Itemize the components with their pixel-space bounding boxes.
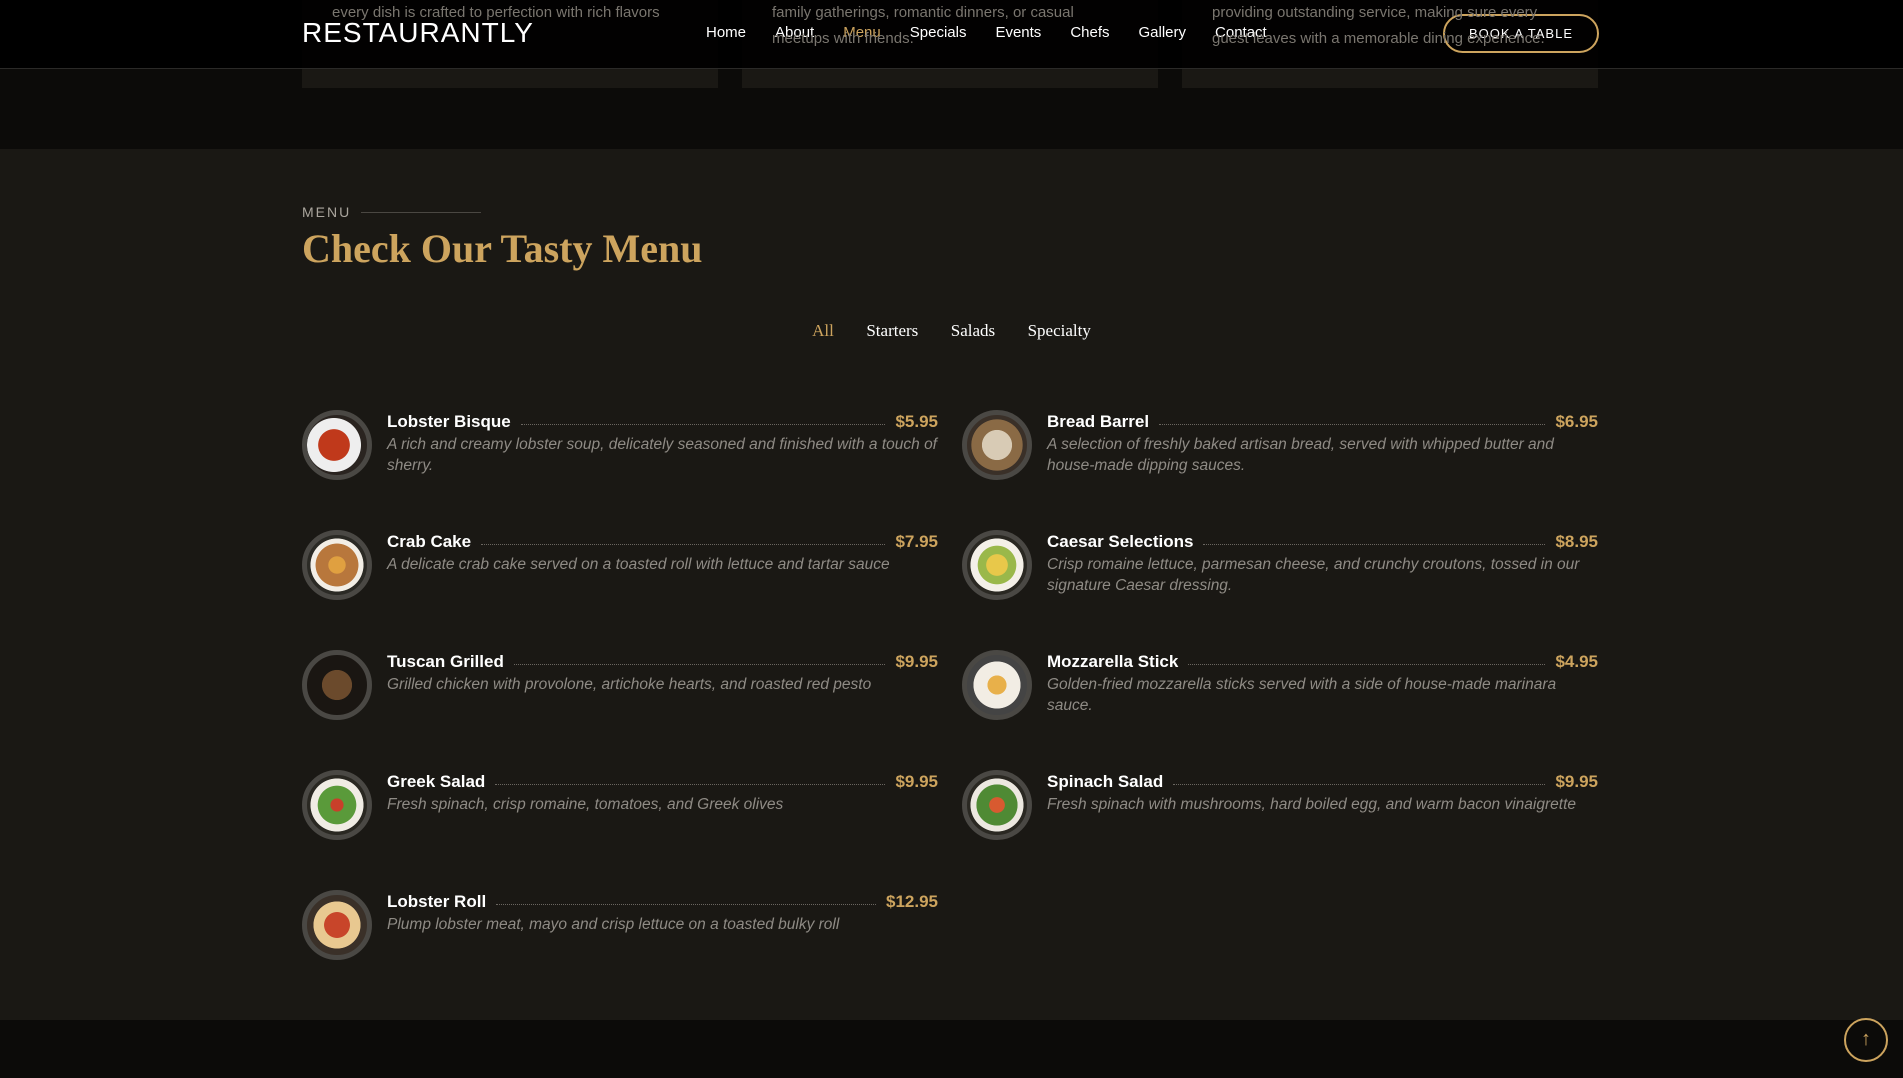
dish-image <box>302 530 372 600</box>
menu-item: Lobster Roll $12.95 Plump lobster meat, m… <box>302 890 938 970</box>
item-description: Crisp romaine lettuce, parmesan cheese, … <box>1047 556 1580 594</box>
item-price: $9.95 <box>1555 772 1598 791</box>
item-header: Caesar Selections $8.95 <box>1047 532 1598 552</box>
item-description: Grilled chicken with provolone, artichok… <box>387 676 872 693</box>
dotted-leader <box>1203 543 1546 545</box>
nav-specials[interactable]: Specials <box>910 24 967 41</box>
item-name: Spinach Salad <box>1047 772 1164 791</box>
item-description: Golden-fried mozzarella sticks served wi… <box>1047 676 1557 714</box>
item-name: Mozzarella Stick <box>1047 652 1179 671</box>
item-name: Lobster Bisque <box>387 412 511 431</box>
dotted-leader <box>495 783 886 785</box>
item-header: Spinach Salad $9.95 <box>1047 772 1598 792</box>
dotted-leader <box>481 543 886 545</box>
menu-item: Caesar Selections $8.95 Crisp romaine let… <box>962 530 1598 610</box>
item-price: $12.95 <box>886 892 938 911</box>
arrow-up-icon: ↑ <box>1861 1028 1871 1050</box>
dotted-leader <box>513 663 886 665</box>
item-header: Greek Salad $9.95 <box>387 772 938 792</box>
item-price: $7.95 <box>895 532 938 551</box>
nav-gallery[interactable]: Gallery <box>1139 24 1187 41</box>
section-label-text: MENU <box>302 204 352 220</box>
item-price: $4.95 <box>1555 652 1598 671</box>
menu-section: MENU Check Our Tasty Menu All Starters S… <box>0 149 1903 1020</box>
item-name: Lobster Roll <box>387 892 487 911</box>
item-header: Lobster Bisque $5.95 <box>387 412 938 432</box>
main-nav: Home About Menu Specials Events Chefs Ga… <box>706 24 1296 41</box>
section-title: Check Our Tasty Menu <box>302 226 703 271</box>
item-header: Bread Barrel $6.95 <box>1047 412 1598 432</box>
item-description: Fresh spinach with mushrooms, hard boile… <box>1047 796 1576 813</box>
dotted-leader <box>1188 663 1546 665</box>
nav-about[interactable]: About <box>775 24 814 41</box>
menu-item: Spinach Salad $9.95 Fresh spinach with mu… <box>962 770 1598 850</box>
item-name: Caesar Selections <box>1047 532 1194 551</box>
dish-image <box>962 410 1032 480</box>
nav-chefs[interactable]: Chefs <box>1070 24 1109 41</box>
item-price: $6.95 <box>1555 412 1598 431</box>
item-price: $5.95 <box>895 412 938 431</box>
item-price: $9.95 <box>895 652 938 671</box>
site-header: RESTAURANTLY Home About Menu Specials Ev… <box>0 0 1903 69</box>
dish-image <box>962 530 1032 600</box>
dotted-leader <box>1159 423 1546 425</box>
book-table-button[interactable]: BOOK A TABLE <box>1443 14 1599 53</box>
item-description: A selection of freshly baked artisan bre… <box>1047 436 1554 474</box>
dish-image <box>962 770 1032 840</box>
menu-item: Lobster Bisque $5.95 A rich and creamy lo… <box>302 410 938 490</box>
label-line <box>361 211 482 213</box>
footer <box>0 1020 1903 1078</box>
nav-contact[interactable]: Contact <box>1215 24 1267 41</box>
item-name: Greek Salad <box>387 772 486 791</box>
dish-image <box>302 890 372 960</box>
nav-home[interactable]: Home <box>706 24 746 41</box>
item-price: $8.95 <box>1555 532 1598 551</box>
logo[interactable]: RESTAURANTLY <box>302 17 534 49</box>
item-header: Tuscan Grilled $9.95 <box>387 652 938 672</box>
scroll-top-button[interactable]: ↑ <box>1844 1018 1888 1062</box>
nav-menu[interactable]: Menu <box>843 24 881 41</box>
filter-starters[interactable]: Starters <box>866 321 918 340</box>
item-price: $9.95 <box>895 772 938 791</box>
dotted-leader <box>496 903 876 905</box>
item-name: Tuscan Grilled <box>387 652 504 671</box>
filter-specialty[interactable]: Specialty <box>1028 321 1091 340</box>
menu-item: Greek Salad $9.95 Fresh spinach, crisp ro… <box>302 770 938 850</box>
item-header: Lobster Roll $12.95 <box>387 892 938 912</box>
filter-salads[interactable]: Salads <box>951 321 995 340</box>
menu-item: Mozzarella Stick $4.95 Golden-fried mozza… <box>962 650 1598 730</box>
menu-item: Bread Barrel $6.95 A selection of freshly… <box>962 410 1598 490</box>
item-header: Crab Cake $7.95 <box>387 532 938 552</box>
dish-image <box>962 650 1032 720</box>
dotted-leader <box>520 423 886 425</box>
item-description: Plump lobster meat, mayo and crisp lettu… <box>387 916 840 933</box>
section-label: MENU <box>302 204 482 220</box>
nav-events[interactable]: Events <box>995 24 1041 41</box>
item-description: A rich and creamy lobster soup, delicate… <box>387 436 937 474</box>
menu-filters: All Starters Salads Specialty <box>0 321 1903 341</box>
item-description: Fresh spinach, crisp romaine, tomatoes, … <box>387 796 784 813</box>
item-header: Mozzarella Stick $4.95 <box>1047 652 1598 672</box>
item-name: Crab Cake <box>387 532 472 551</box>
dish-image <box>302 410 372 480</box>
dotted-leader <box>1173 783 1546 785</box>
filter-all[interactable]: All <box>812 321 834 340</box>
dish-image <box>302 650 372 720</box>
menu-item: Crab Cake $7.95 A delicate crab cake serv… <box>302 530 938 610</box>
dish-image <box>302 770 372 840</box>
item-description: A delicate crab cake served on a toasted… <box>387 556 890 573</box>
menu-item: Tuscan Grilled $9.95 Grilled chicken with… <box>302 650 938 730</box>
item-name: Bread Barrel <box>1047 412 1150 431</box>
